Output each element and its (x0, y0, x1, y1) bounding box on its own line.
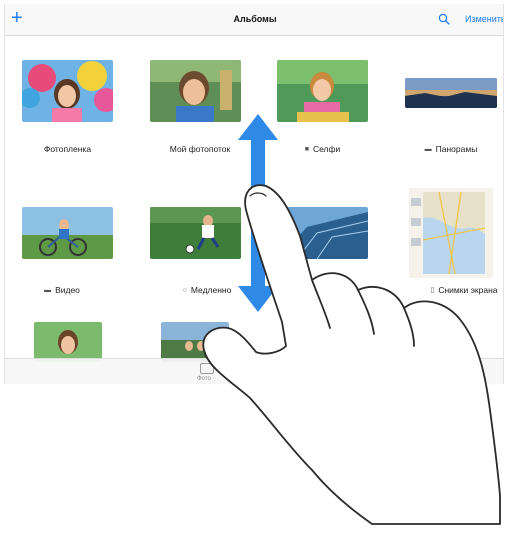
hand-swipe-icon (202, 184, 501, 525)
gesture-overlay (202, 114, 501, 525)
